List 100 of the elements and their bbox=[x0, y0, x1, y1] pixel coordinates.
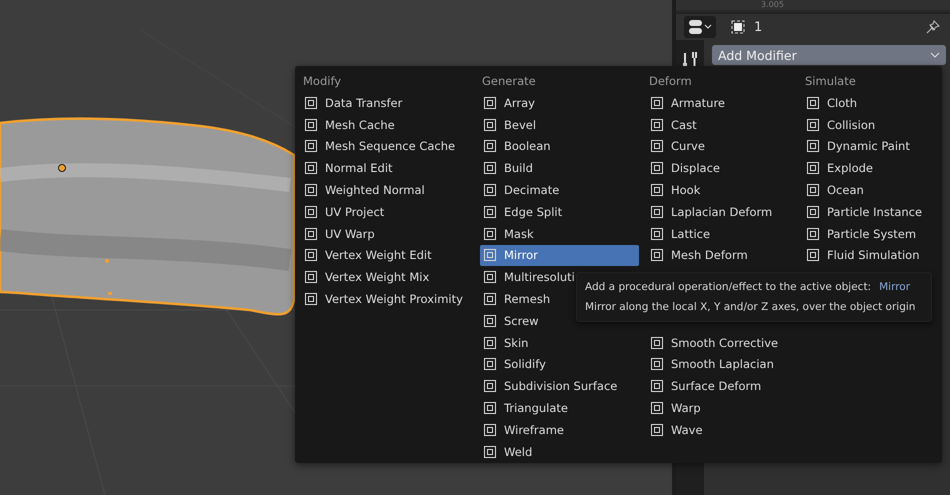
modifier-icon bbox=[650, 401, 664, 416]
modifier-icon bbox=[483, 161, 497, 176]
modifier-icon bbox=[304, 248, 318, 262]
menu-item[interactable]: Curve bbox=[647, 136, 795, 158]
modifier-icon bbox=[483, 314, 497, 328]
menu-item[interactable]: Fluid Simulation bbox=[803, 244, 929, 266]
modifier-icon bbox=[806, 161, 820, 176]
modifier-icon bbox=[650, 422, 664, 437]
menu-item[interactable]: Vertex Weight Proximity bbox=[301, 288, 472, 310]
modifier-icon bbox=[304, 183, 318, 198]
modifier-icon bbox=[483, 118, 497, 132]
menu-item[interactable]: Edge Split bbox=[480, 200, 639, 223]
modifier-icon bbox=[483, 379, 497, 394]
menu-item[interactable]: Hook bbox=[647, 179, 795, 201]
object-count: 1 bbox=[754, 20, 762, 34]
modifier-icon bbox=[806, 248, 820, 262]
modifier-icon bbox=[483, 336, 497, 350]
modifier-icon bbox=[806, 183, 820, 198]
category-header: Generate bbox=[481, 73, 537, 90]
menu-item[interactable]: Wave bbox=[647, 418, 795, 441]
modifier-icon bbox=[483, 357, 497, 372]
menu-item[interactable]: Lattice bbox=[647, 222, 795, 245]
menu-item[interactable]: Dynamic Paint bbox=[803, 136, 929, 158]
menu-item[interactable]: Skin bbox=[480, 332, 639, 354]
menu-item[interactable]: Laplacian Deform bbox=[647, 200, 795, 223]
menu-item[interactable]: Boolean bbox=[480, 136, 639, 158]
menu-item[interactable]: Mesh Sequence Cache bbox=[301, 136, 472, 158]
modifier-icon bbox=[304, 139, 318, 154]
menu-item[interactable]: Armature bbox=[647, 92, 795, 114]
tooltip-detail: Mirror along the local X, Y and/or Z axes, over the object origin bbox=[585, 301, 916, 313]
menu-item[interactable]: Bevel bbox=[480, 114, 639, 136]
menu-item[interactable]: Warp bbox=[647, 397, 795, 419]
modifier-icon bbox=[806, 118, 820, 132]
menu-item[interactable]: UV Warp bbox=[301, 222, 472, 245]
modifier-icon bbox=[304, 96, 318, 110]
modifier-icon bbox=[650, 183, 664, 198]
modifier-icon bbox=[483, 270, 497, 284]
menu-item[interactable]: Mesh Cache bbox=[301, 114, 472, 136]
add-modifier-dropdown[interactable]: Add Modifier bbox=[712, 45, 946, 65]
menu-item[interactable]: Weighted Normal bbox=[301, 179, 472, 201]
modifier-icon bbox=[806, 226, 820, 241]
modifier-icon bbox=[650, 248, 664, 262]
menu-item[interactable]: Solidify bbox=[480, 354, 639, 376]
menu-item[interactable]: Decimate bbox=[480, 179, 639, 201]
menu-item[interactable]: Ocean bbox=[803, 179, 929, 201]
square-icon bbox=[730, 19, 746, 35]
menu-item[interactable]: Cloth bbox=[803, 92, 929, 114]
modifier-icon bbox=[483, 292, 497, 306]
pin-icon[interactable] bbox=[924, 18, 942, 36]
modifier-icon bbox=[650, 226, 664, 241]
modifier-icon bbox=[483, 226, 497, 241]
toggle-icon bbox=[688, 19, 712, 35]
modifier-icon bbox=[650, 204, 664, 219]
modifier-icon bbox=[806, 204, 820, 219]
menu-item[interactable]: Wireframe bbox=[480, 418, 639, 441]
modifier-icon bbox=[650, 161, 664, 176]
modifier-icon bbox=[806, 96, 820, 110]
menu-item[interactable]: Mirror bbox=[480, 244, 639, 266]
chevron-icon bbox=[930, 51, 940, 59]
menu-item[interactable]: Vertex Weight Mix bbox=[301, 266, 472, 288]
menu-item[interactable]: Mask bbox=[480, 222, 639, 245]
menu-item[interactable]: Surface Deform bbox=[647, 375, 795, 398]
modifier-icon bbox=[650, 336, 664, 350]
menu-item[interactable]: Smooth Laplacian bbox=[647, 354, 795, 376]
menu-item[interactable]: Particle System bbox=[803, 222, 929, 245]
menu-item[interactable]: Build bbox=[480, 157, 639, 180]
modifier-icon bbox=[304, 204, 318, 219]
modifier-icon bbox=[650, 118, 664, 132]
menu-item[interactable]: Particle Instance bbox=[803, 200, 929, 223]
tooltip-description: Add a procedural operation/effect to the active object: bbox=[585, 281, 872, 293]
menu-item[interactable]: Weld bbox=[480, 440, 639, 463]
menu-item[interactable]: Vertex Weight Edit bbox=[301, 244, 472, 266]
menu-item[interactable]: Data Transfer bbox=[301, 92, 472, 114]
modifier-icon bbox=[650, 357, 664, 372]
modifier-icon bbox=[304, 270, 318, 284]
modifier-icon bbox=[304, 226, 318, 241]
display-mode-button[interactable] bbox=[684, 16, 716, 38]
modifier-icon bbox=[650, 96, 664, 110]
menu-item[interactable]: Smooth Corrective bbox=[647, 332, 795, 354]
menu-item[interactable]: Displace bbox=[647, 157, 795, 180]
modifier-icon bbox=[483, 248, 497, 262]
modifier-icon bbox=[483, 204, 497, 219]
category-header: Modify bbox=[302, 73, 342, 90]
modifier-icon bbox=[650, 139, 664, 154]
menu-item[interactable]: Subdivision Surface bbox=[480, 375, 639, 398]
modifier-icon bbox=[483, 401, 497, 416]
value-text: 3.005 bbox=[761, 0, 784, 10]
modifier-icon bbox=[483, 96, 497, 110]
menu-item[interactable]: Cast bbox=[647, 114, 795, 136]
menu-item[interactable]: Collision bbox=[803, 114, 929, 136]
modifier-icon bbox=[483, 444, 497, 459]
tooltip-operator-name: Mirror bbox=[879, 281, 910, 293]
menu-item[interactable]: Normal Edit bbox=[301, 157, 472, 180]
menu-item[interactable]: UV Project bbox=[301, 200, 472, 223]
menu-item[interactable]: Mesh Deform bbox=[647, 244, 795, 266]
category-header: Simulate bbox=[804, 73, 857, 90]
menu-item[interactable]: Triangulate bbox=[480, 397, 639, 419]
menu-item[interactable]: Array bbox=[480, 92, 639, 114]
modifier-icon bbox=[483, 139, 497, 154]
menu-item[interactable]: Explode bbox=[803, 157, 929, 180]
